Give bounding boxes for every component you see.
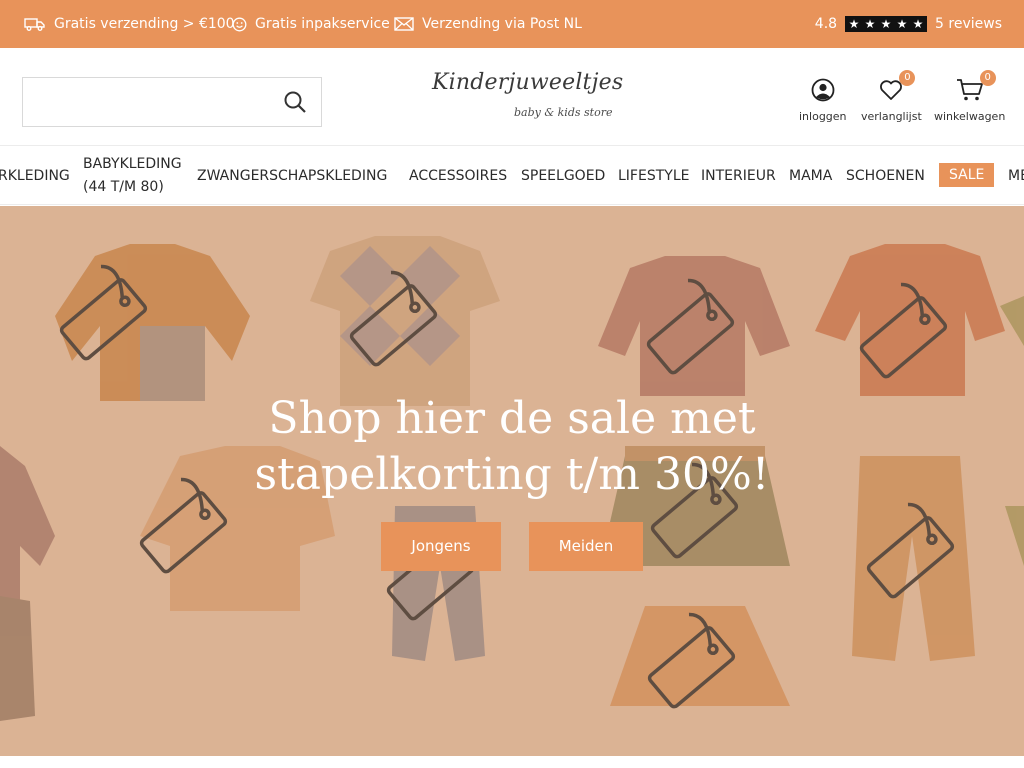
login-button[interactable]: inloggen [799, 76, 847, 123]
rating-reviews-link[interactable]: 5 reviews [935, 16, 1002, 32]
nav-item-babykleding[interactable]: BABYKLEDING (44 T/M 80) [83, 147, 193, 204]
search-box [22, 77, 322, 127]
smiley-icon [232, 17, 247, 32]
site-logo[interactable]: Kinderjuweeltjes baby & kids store [430, 70, 623, 128]
rating-stars: ★ ★ ★ ★ ★ [845, 16, 928, 32]
search-input[interactable] [23, 78, 263, 126]
star-icon: ★ [864, 17, 876, 31]
review-rating[interactable]: 4.8 ★ ★ ★ ★ ★ 5 reviews [815, 0, 1002, 48]
usp-postnl: Verzending via Post NL [394, 0, 582, 48]
hero-banner[interactable]: Shop hier de sale met stapelkorting t/m … [0, 206, 1024, 756]
usp-bar: Gratis verzending > €100 Gratis inpakser… [0, 0, 1024, 48]
nav-item-interieur[interactable]: INTERIEUR [701, 147, 776, 204]
wishlist-label: verlanglijst [861, 110, 922, 123]
nav-item-zwangerschapskleding[interactable]: ZWANGERSCHAPSKLEDING [197, 147, 387, 204]
nav-item-merken[interactable]: ME [1008, 147, 1024, 204]
rating-score: 4.8 [814, 16, 838, 32]
main-navigation: RKLEDING BABYKLEDING (44 T/M 80) ZWANGER… [0, 147, 1024, 205]
login-label: inloggen [799, 110, 847, 123]
cart-label: winkelwagen [934, 110, 1006, 123]
shop-boys-button[interactable]: Jongens [381, 522, 501, 571]
cart-count-badge: 0 [979, 70, 996, 86]
site-header: Kinderjuweeltjes baby & kids store inlog… [0, 48, 1024, 146]
heart-icon: 0 [879, 70, 916, 104]
wishlist-button[interactable]: 0 verlanglijst [861, 70, 922, 123]
star-icon: ★ [896, 17, 908, 31]
nav-item-accessoires[interactable]: ACCESSOIRES [409, 147, 507, 204]
envelope-icon [394, 17, 414, 31]
nav-item-schoenen[interactable]: SCHOENEN [846, 147, 925, 204]
hero-heading: Shop hier de sale met stapelkorting t/m … [0, 391, 1024, 503]
hero-heading-line-2: stapelkorting t/m 30%! [254, 449, 770, 500]
usp-shipping: Gratis verzending > €100 [24, 0, 235, 48]
usp-wrapping-text: Gratis inpakservice [255, 16, 390, 32]
star-icon: ★ [912, 17, 924, 31]
star-icon: ★ [848, 17, 860, 31]
cart-icon: 0 [956, 70, 996, 104]
star-icon: ★ [880, 17, 892, 31]
logo-tagline: baby & kids store [514, 106, 613, 119]
logo-text: Kinderjuweeltjes [432, 70, 624, 95]
shop-girls-button[interactable]: Meiden [529, 522, 643, 571]
nav-item-sale[interactable]: SALE [939, 163, 995, 187]
usp-wrapping: Gratis inpakservice [232, 0, 390, 48]
truck-icon [24, 17, 46, 31]
usp-postnl-text: Verzending via Post NL [422, 16, 582, 32]
cart-button[interactable]: 0 winkelwagen [934, 70, 1006, 123]
search-icon[interactable] [283, 90, 307, 114]
hero-heading-line-1: Shop hier de sale met [268, 393, 756, 444]
nav-item-speelgoed[interactable]: SPEELGOED [521, 147, 605, 204]
nav-item-lifestyle[interactable]: LIFESTYLE [618, 147, 689, 204]
usp-shipping-text: Gratis verzending > €100 [54, 16, 235, 32]
user-icon [811, 76, 835, 104]
wishlist-count-badge: 0 [899, 70, 916, 86]
nav-item-kinderkleding[interactable]: RKLEDING [0, 147, 70, 204]
nav-item-mama[interactable]: MAMA [789, 147, 832, 204]
